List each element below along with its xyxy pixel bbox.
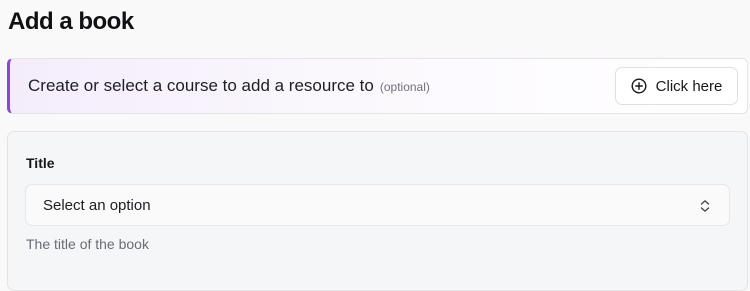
title-field-label: Title: [26, 155, 55, 171]
course-callout: Create or select a course to add a resou…: [7, 58, 748, 114]
callout-message: Create or select a course to add a resou…: [28, 76, 374, 95]
click-here-label: Click here: [655, 77, 723, 95]
page-title: Add a book: [8, 8, 134, 35]
title-helper-text: The title of the book: [26, 236, 149, 252]
title-select[interactable]: Select an option: [25, 184, 730, 226]
click-here-button[interactable]: Click here: [615, 67, 738, 105]
plus-circle-icon: [631, 78, 647, 94]
book-form-card: Title Select an option The title of the …: [7, 131, 748, 291]
callout-text-wrap: Create or select a course to add a resou…: [28, 76, 430, 96]
title-select-value: Select an option: [43, 196, 151, 214]
optional-note: (optional): [379, 80, 430, 94]
chevron-up-down-icon: [698, 198, 712, 214]
